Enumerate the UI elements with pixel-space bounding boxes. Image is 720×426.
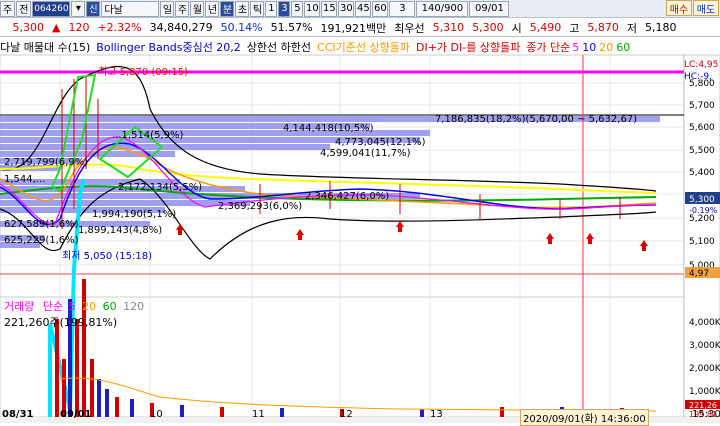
search-icon[interactable]: ▾ <box>71 0 86 17</box>
legend-ma20[interactable]: 20 <box>599 41 613 54</box>
low-price-axis-label: 4,97 <box>689 269 709 279</box>
chart-type-label: 주 <box>3 5 13 16</box>
vp-label-6: 1,899,143(4,8%) <box>78 225 162 236</box>
vp-label-4: 2,172,134(5,5%) <box>118 182 202 193</box>
volume-bar <box>55 319 59 417</box>
high-mark-label: 최고 5,870 (09:15) <box>98 66 188 78</box>
period-month-button[interactable]: 월 <box>190 0 205 17</box>
volume-axis-tick: 2,000K <box>689 364 720 374</box>
period-week-button[interactable]: 주 <box>175 0 190 17</box>
interval-60-button[interactable]: 60 <box>372 0 389 17</box>
interval-45-button[interactable]: 45 <box>355 0 372 17</box>
cursor-time-label: 2020/09/01(화) 14:36:00 <box>520 409 649 426</box>
volume-profile-bar <box>0 200 250 206</box>
x-axis-tick: 13 <box>430 409 443 420</box>
low-mark-label: 최저 5,050 (15:18) <box>62 250 152 262</box>
legend-di[interactable]: DI+가 DI-를 상향돌파 <box>416 39 520 55</box>
date-field[interactable]: 09/01 <box>469 0 510 17</box>
vp-label-8: 627,589(1,6%) <box>4 219 79 230</box>
volume-profile-bar <box>0 144 330 150</box>
chart-type-button[interactable]: 주 <box>0 0 16 17</box>
price-axis-tick: 5,400 <box>689 168 715 178</box>
volume-legend: 거래량 단순 5 20 60 120 221,260주(199,81%) <box>4 298 149 330</box>
x-axis-tick: 09/01 <box>60 409 92 420</box>
legend-ma60[interactable]: 60 <box>616 41 630 54</box>
market-select-label: 전 <box>19 5 29 16</box>
sell-button[interactable]: 매도 <box>693 0 719 16</box>
interval-1-button[interactable]: 1 <box>265 0 278 17</box>
x-axis-tick: 10 <box>150 409 163 420</box>
legend-bollinger[interactable]: Bollinger Bands중심선 20,2 <box>96 39 241 55</box>
current-pct-axis-label: -0.19% <box>689 206 718 215</box>
stock-code-input[interactable]: 064260 <box>32 0 71 17</box>
price-chart[interactable]: 최고 5,870 (09:15) 최저 5,050 (15:18) 7,186,… <box>0 19 720 423</box>
volume-label[interactable]: 거래량 <box>4 300 34 313</box>
volume-bar <box>75 319 79 417</box>
lc-label: LC:4,95 <box>684 60 718 70</box>
volume-axis-tick: 4,000K <box>689 318 720 328</box>
vp-label-9: 2,719,799(6,9%) <box>4 157 88 168</box>
volume-ma120: 120 <box>123 300 145 313</box>
buy-button[interactable]: 매수 <box>666 0 692 16</box>
vp-label-2: 4,773,045(12,1%) <box>335 137 426 148</box>
interval-3-button[interactable]: 3 <box>278 0 291 17</box>
volume-ma60: 60 <box>102 300 117 313</box>
hc-label: HC:-9, <box>684 72 712 82</box>
x-axis-tick: 11 <box>252 409 265 420</box>
volume-ma5: 5 <box>68 300 76 313</box>
order-buttons: 매수 매도 <box>666 0 720 16</box>
volume-ma20: 20 <box>82 300 97 313</box>
price-axis-tick: 5,600 <box>689 123 715 133</box>
legend-ma5[interactable]: 5 <box>572 41 579 54</box>
vp-label-12: 2,369,293(6,0%) <box>218 201 302 212</box>
stock-type-badge: 신 <box>86 0 101 17</box>
period-second-button[interactable]: 초 <box>235 0 250 17</box>
legend-stock[interactable]: 다날 매물대 수(15) <box>0 39 90 55</box>
period-day-button[interactable]: 일 <box>160 0 175 17</box>
legend-upper-lower[interactable]: 상한선 하한선 <box>247 39 311 55</box>
legend-ma10[interactable]: 10 <box>582 41 596 54</box>
count-select[interactable]: 3 <box>389 0 416 17</box>
interval-5-button[interactable]: 5 <box>291 0 304 17</box>
period-year-button[interactable]: 년 <box>205 0 220 17</box>
vp-label-10: 1,544,... <box>4 174 45 185</box>
end-time-label: 15:30 <box>692 409 720 420</box>
period-minute-button[interactable]: 분 <box>220 0 235 17</box>
vp-label-7: 625,229(1,6%) <box>4 235 79 246</box>
interval-10-button[interactable]: 10 <box>304 0 321 17</box>
legend-ma-label[interactable]: 종가 단순 <box>526 39 570 55</box>
indicator-legend: 다날 매물대 수(15) Bollinger Bands중심선 20,2 상한선… <box>0 39 720 55</box>
volume-value: 221,260주(199,81%) <box>4 316 118 329</box>
x-axis-tick: 08/31 <box>2 409 34 420</box>
vp-label-5: 1,994,190(5,1%) <box>92 209 176 220</box>
price-axis-tick: 5,700 <box>689 101 715 111</box>
market-select-button[interactable]: 전 <box>16 0 32 17</box>
interval-30-button[interactable]: 30 <box>338 0 355 17</box>
volume-axis-tick: 3,000K <box>689 341 720 351</box>
price-axis-tick: 5,200 <box>689 214 715 224</box>
volume-axis-tick: 1,000K <box>689 387 720 397</box>
bars-range-field[interactable]: 140/900 <box>416 0 469 17</box>
price-axis-tick: 5,500 <box>689 146 715 156</box>
price-axis-tick: 5,100 <box>689 237 715 247</box>
vp-label-3: 4,599,041(11,7%) <box>320 148 411 159</box>
vp-label-11: ...1,514(5,9%) <box>112 130 183 141</box>
vp-label-13: 2,346,427(6,0%) <box>305 191 389 202</box>
current-price-axis-label: 5,300 <box>689 195 715 205</box>
chart-toolbar: 주 전 064260 ▾ 신 다날 일 주 월 년 분 초 틱 1 3 5 10… <box>0 0 720 18</box>
x-axis-tick: 12 <box>340 409 353 420</box>
range-box-label: 7,186,835(18,2%)(5,670,00 ~ 5,632,67) <box>435 114 637 125</box>
volume-ma-label: 단순 <box>42 300 64 313</box>
vp-label-1: 4,144,418(10,5%) <box>283 123 374 134</box>
price-axis: 5,800 5,700 5,600 5,500 5,400 5,200 5,10… <box>689 79 715 271</box>
period-tick-button[interactable]: 틱 <box>250 0 265 17</box>
stock-name-field[interactable]: 다날 <box>101 0 160 17</box>
x-axis: 08/31 09/01 10 11 12 13 2020/09/01(화) 14… <box>0 409 720 426</box>
legend-cci[interactable]: CCI기준선 상향돌파 <box>317 39 410 55</box>
interval-15-button[interactable]: 15 <box>321 0 338 17</box>
